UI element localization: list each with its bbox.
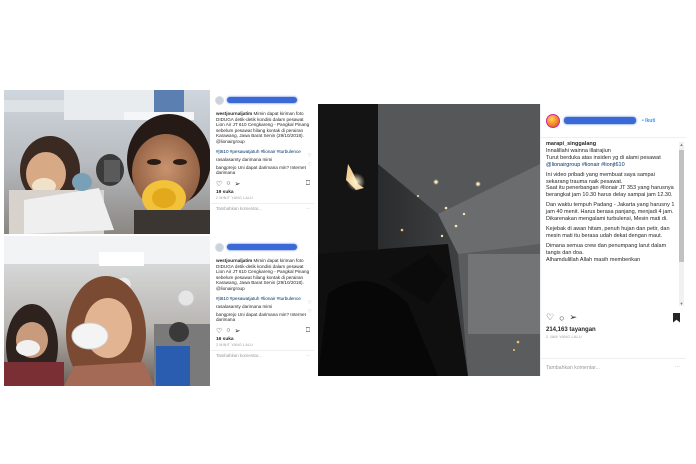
- scroll-up-arrow-icon[interactable]: ▲: [679, 142, 684, 147]
- share-icon[interactable]: ➢: [570, 312, 578, 323]
- avatar[interactable]: [546, 113, 560, 128]
- comment-text: rasalasamty darimana mimi: [216, 304, 273, 310]
- post-time: 2 MINIT YANG LALU: [216, 342, 253, 347]
- add-comment-placeholder: Tambahkan komentar...: [216, 352, 262, 358]
- share-icon[interactable]: ➢: [235, 180, 241, 188]
- post-hashtags: #jt610 #pesawatjatuh #lionair #turbulenc…: [211, 292, 314, 302]
- caption-text: Mimin dapat kiriman foto DIDUGA detik-de…: [216, 111, 310, 144]
- redacted-username: [227, 97, 297, 103]
- bookmark-icon[interactable]: [673, 312, 680, 323]
- post-header: [211, 239, 314, 255]
- comment-item: bangprejo Uni dapat darimana min? Intern…: [211, 162, 314, 176]
- heart-icon[interactable]: ♡: [546, 312, 554, 323]
- comment-item: bangprejo Uni dapat darimana min? Intern…: [211, 309, 314, 323]
- post-caption: marapi_singgalang Innalillahi wainna ill…: [541, 138, 686, 308]
- add-comment-field[interactable]: Tambahkan komentar... ···: [541, 358, 686, 376]
- post-actions: ♡ ○ ➢ ⎕: [211, 176, 314, 188]
- redacted-username: [564, 117, 636, 124]
- avatar[interactable]: [215, 95, 224, 105]
- post-caption: westjournaljatim Mimin dapat kiriman fot…: [211, 255, 314, 292]
- caption-username[interactable]: marapi_singgalang: [546, 141, 676, 148]
- bookmark-icon[interactable]: ⎕: [306, 327, 310, 335]
- comment-icon[interactable]: ○: [226, 327, 230, 335]
- comment-text: bangprejo Uni dapat darimana min? Intern…: [216, 164, 306, 176]
- post-header: • Ikuti: [541, 104, 686, 138]
- more-options-icon[interactable]: ···: [306, 206, 310, 211]
- caption-paragraph: Ini video pribadi yang membuat saya samp…: [546, 171, 655, 185]
- caption-paragraph: Kejebak di awan hitam, penuh hujan dan p…: [546, 225, 670, 239]
- caption-paragraph: Saat itu penerbangan #lionair JT 353 yan…: [546, 185, 674, 199]
- more-options-icon[interactable]: ···: [306, 353, 310, 358]
- caption-paragraph: Turut berduka atas insiden yg di alami p…: [546, 155, 676, 169]
- bookmark-icon[interactable]: ⎕: [306, 180, 310, 188]
- comment-heart-icon[interactable]: ♡: [308, 154, 312, 160]
- like-count[interactable]: 19 suka: [211, 188, 314, 195]
- comment-icon[interactable]: ○: [226, 180, 230, 188]
- instagram-post-panel-bottom: westjournaljatim Mimin dapat kiriman fot…: [211, 239, 314, 386]
- add-comment-field[interactable]: Tambahkan komentar... ···: [211, 204, 314, 211]
- heart-icon[interactable]: ♡: [216, 180, 222, 188]
- follow-button[interactable]: • Ikuti: [642, 118, 655, 124]
- caption-username[interactable]: westjournaljatim: [216, 111, 252, 116]
- hashtags-link[interactable]: #jt610 #pesawatjatuh #lionair #turbulenc…: [216, 296, 301, 301]
- view-count[interactable]: 214,163 tayangan: [541, 323, 686, 333]
- add-comment-field[interactable]: Tambahkan komentar... ···: [211, 351, 314, 358]
- post-hashtags: #jt610 #pesawatjatuh #lionair #turbulenc…: [211, 145, 314, 155]
- caption-text: Mimin dapat kiriman foto DIDUGA detik-de…: [216, 258, 310, 291]
- comment-heart-icon[interactable]: ♡: [308, 309, 312, 316]
- share-icon[interactable]: ➢: [235, 327, 241, 335]
- post-header: [211, 92, 314, 108]
- photo-cabin-oxygen-masks-bottom: [4, 236, 210, 386]
- scroll-down-arrow-icon[interactable]: ▼: [679, 301, 684, 306]
- caption-scrollbar[interactable]: ▲ ▼: [679, 142, 684, 306]
- comment-text: bangprejo Uni dapat darimana min? Intern…: [216, 311, 306, 323]
- add-comment-placeholder: Tambahkan komentar...: [216, 205, 262, 211]
- comment-text: rasalasamty darimana mimi: [216, 157, 273, 163]
- heart-icon[interactable]: ♡: [216, 327, 222, 335]
- caption-text: Turut berduka atas insiden yg di alami p…: [546, 154, 661, 161]
- video-dark-cabin[interactable]: [318, 104, 540, 376]
- comment-heart-icon[interactable]: ♡: [308, 301, 312, 307]
- comment-item: rasalasamty darimana mimi ♡: [211, 154, 314, 163]
- post-caption: westjournaljatim Mimin dapat kiriman fot…: [211, 108, 314, 145]
- post-time: 2 MINIT YANG LALU: [216, 195, 253, 200]
- comment-heart-icon[interactable]: ♡: [308, 162, 312, 169]
- photo-cabin-oxygen-masks-top: [4, 90, 210, 234]
- caption-paragraph: Alhamdulillah Allah masih memberikan: [546, 256, 641, 263]
- caption-paragraph: Dan waktu tempuh Padang - Jakarta yang h…: [546, 202, 675, 216]
- comment-item: rasalasamty darimana mimi ♡: [211, 301, 314, 310]
- more-options-icon[interactable]: ···: [675, 364, 680, 370]
- caption-username[interactable]: westjournaljatim: [216, 258, 252, 263]
- scrollbar-thumb[interactable]: [679, 150, 684, 262]
- post-time: 2 JAM YANG LALU: [546, 335, 582, 339]
- add-comment-placeholder: Tambahkan komentar...: [546, 365, 600, 371]
- like-count[interactable]: 16 suka: [211, 335, 314, 342]
- comment-icon[interactable]: ○: [559, 313, 564, 323]
- caption-paragraph: Dimana semua crew dan penumpang larut da…: [546, 242, 667, 256]
- caption-paragraph: Innalillahi wainna illairajiun: [546, 147, 611, 154]
- instagram-post-panel-main: • Ikuti marapi_singgalang Innalillahi wa…: [540, 104, 686, 376]
- mention-link[interactable]: @lionairgroup #lionair #lionjt610: [546, 162, 625, 168]
- avatar[interactable]: [215, 242, 224, 252]
- post-actions: ♡ ○ ➢ ⎕: [211, 323, 314, 335]
- post-actions: ♡ ○ ➢: [541, 308, 686, 323]
- hashtags-link[interactable]: #jt610 #pesawatjatuh #lionair #turbulenc…: [216, 149, 301, 154]
- redacted-username: [227, 244, 297, 250]
- caption-paragraph: Dikarenakan mengalami turbulensi, Mesin …: [546, 216, 668, 223]
- instagram-post-panel-top: westjournaljatim Mimin dapat kiriman fot…: [211, 92, 314, 237]
